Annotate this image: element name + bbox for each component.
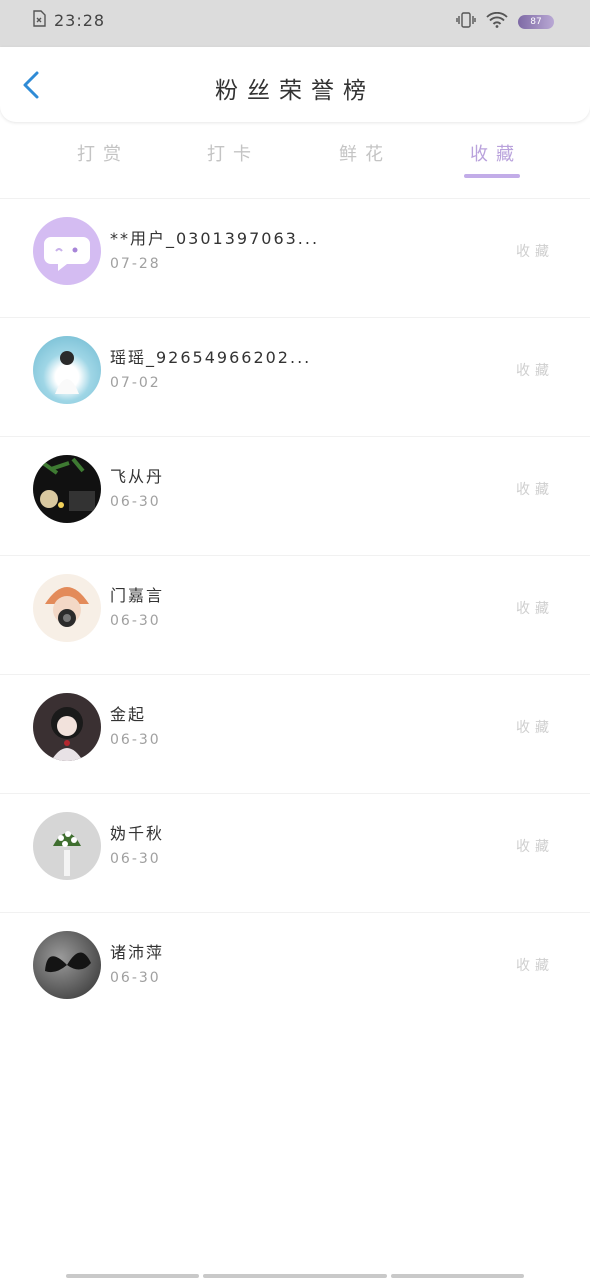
favorite-label: 收藏: [516, 363, 554, 379]
camera-person-photo-icon: [45, 587, 89, 627]
battery-icon: 87: [518, 15, 554, 29]
app-header: 粉丝荣誉榜: [0, 47, 590, 122]
fan-name: 瑶瑶_92654966202...: [110, 348, 312, 367]
status-bar-left: 23:28: [32, 10, 105, 31]
vibrate-icon: [456, 12, 476, 32]
nav-indicator-right: [391, 1274, 524, 1278]
fan-name: 飞从丹: [110, 467, 165, 486]
fan-name: 金起: [110, 705, 147, 724]
fan-date: 07-02: [110, 375, 161, 391]
favorite-label: 收藏: [516, 244, 554, 260]
fan-name: 妫千秋: [110, 824, 165, 843]
flower-photo-icon: [53, 831, 81, 876]
fan-name: 诸沛萍: [110, 943, 165, 962]
wifi-icon: [486, 11, 508, 32]
nav-indicator-left: [66, 1274, 199, 1278]
favorite-label: 收藏: [516, 601, 554, 617]
avatar: [33, 812, 101, 880]
status-bar: 23:28 87: [0, 0, 590, 47]
nav-indicator-center: [203, 1274, 387, 1278]
person-photo-icon: [55, 351, 79, 394]
fan-name: 门嘉言: [110, 586, 165, 605]
fan-date: 06-30: [110, 851, 161, 867]
favorite-label: 收藏: [516, 839, 554, 855]
chat-bubble-icon: [44, 237, 90, 271]
list-item[interactable]: 金起 06-30 收藏: [0, 674, 590, 793]
fan-date: 06-30: [110, 970, 161, 986]
list-item[interactable]: 门嘉言 06-30 收藏: [0, 555, 590, 674]
anime-girl-photo-icon: [51, 707, 83, 761]
list-item[interactable]: 飞从丹 06-30 收藏: [0, 436, 590, 555]
tab-active-indicator: [464, 174, 520, 178]
fan-name: **用户_0301397063...: [110, 229, 320, 248]
tab-flowers[interactable]: 鲜花: [310, 140, 420, 166]
avatar: [33, 693, 101, 761]
status-bar-right: 87: [456, 11, 554, 32]
avatar: [33, 217, 101, 285]
fan-date: 06-30: [110, 732, 161, 748]
tab-reward[interactable]: 打赏: [48, 140, 158, 166]
avatar: [33, 455, 101, 523]
favorite-label: 收藏: [516, 482, 554, 498]
avatar: [33, 931, 101, 999]
list-item[interactable]: 诸沛萍 06-30 收藏: [0, 912, 590, 1031]
fan-date: 06-30: [110, 494, 161, 510]
avatar: [33, 574, 101, 642]
list-item[interactable]: 妫千秋 06-30 收藏: [0, 793, 590, 912]
tab-bar: 打赏 打卡 鲜花 收藏: [0, 140, 590, 190]
favorite-label: 收藏: [516, 720, 554, 736]
favorite-label: 收藏: [516, 958, 554, 974]
tab-favorites[interactable]: 收藏: [441, 140, 551, 166]
fan-list: **用户_0301397063... 07-28 收藏 瑶瑶_926549662…: [0, 198, 590, 1031]
sim-card-icon: [32, 10, 46, 31]
list-item[interactable]: 瑶瑶_92654966202... 07-02 收藏: [0, 317, 590, 436]
list-item[interactable]: **用户_0301397063... 07-28 收藏: [0, 198, 590, 317]
fan-date: 06-30: [110, 613, 161, 629]
page-title: 粉丝荣誉榜: [215, 78, 375, 104]
night-scene-photo-icon: [40, 457, 95, 511]
tab-checkin[interactable]: 打卡: [178, 140, 288, 166]
avatar: [33, 336, 101, 404]
fan-date: 07-28: [110, 256, 161, 272]
butterfly-photo-icon: [45, 952, 91, 973]
status-time: 23:28: [54, 11, 106, 30]
